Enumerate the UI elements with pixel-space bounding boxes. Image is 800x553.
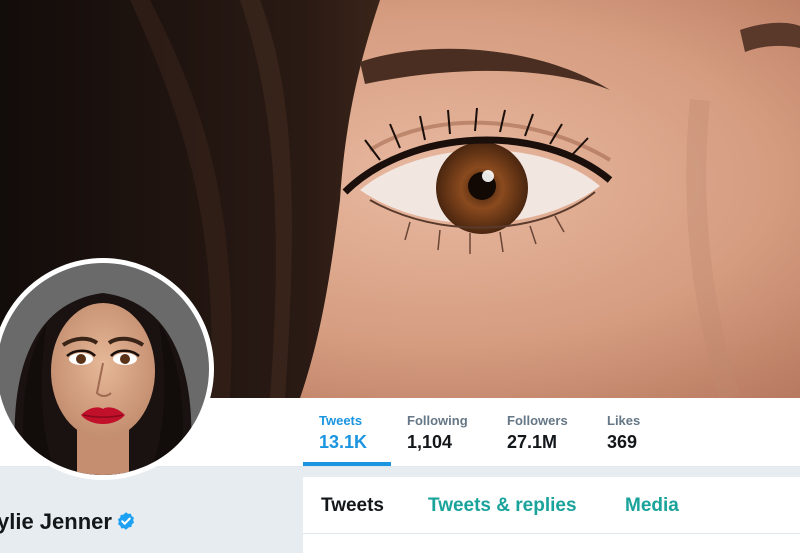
verified-badge-icon	[116, 511, 136, 537]
tab-media[interactable]: Media	[625, 495, 679, 517]
stat-tweets[interactable]: Tweets 13.1K	[303, 398, 391, 466]
stat-likes-label: Likes	[607, 413, 641, 428]
timeline-content	[303, 534, 800, 553]
stat-following-label: Following	[407, 413, 468, 428]
stat-tweets-label: Tweets	[319, 413, 363, 428]
timeline-tabs: Tweets Tweets & replies Media	[303, 477, 800, 534]
tab-tweets[interactable]: Tweets	[321, 495, 384, 517]
profile-name[interactable]: ylie Jenner	[0, 509, 112, 534]
profile-name-row: ylie Jenner	[0, 509, 136, 537]
stat-followers[interactable]: Followers 27.1M	[491, 398, 591, 466]
stat-followers-value: 27.1M	[507, 432, 558, 452]
stat-likes-value: 369	[607, 432, 638, 452]
tab-tweets-and-replies[interactable]: Tweets & replies	[428, 495, 577, 517]
stat-tweets-value: 13.1K	[319, 432, 368, 452]
stat-followers-label: Followers	[507, 413, 568, 428]
profile-avatar[interactable]	[0, 258, 214, 480]
stat-following[interactable]: Following 1,104	[391, 398, 491, 466]
stat-likes[interactable]: Likes 369	[591, 398, 671, 466]
stat-following-value: 1,104	[407, 432, 453, 452]
profile-info-panel: ylie Jenner	[0, 467, 303, 553]
